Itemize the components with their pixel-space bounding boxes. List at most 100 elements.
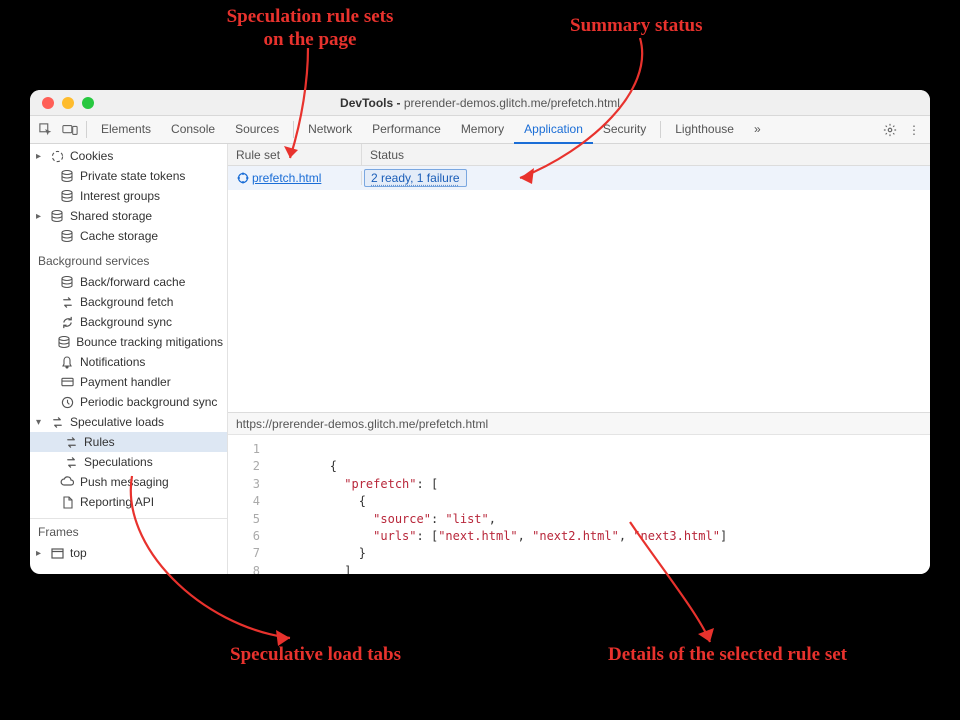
col-rule-set[interactable]: Rule set [228,144,362,165]
sidebar-item-label: Reporting API [80,495,154,509]
sidebar-item-label: Private state tokens [80,169,185,183]
sidebar-item-label: Cache storage [80,229,158,243]
close-traffic-light[interactable] [42,97,54,109]
status-chip[interactable]: 2 ready, 1 failure [364,169,467,187]
tab-memory[interactable]: Memory [451,116,514,144]
sidebar-item-label: Rules [84,435,115,449]
window-title-prefix: DevTools - [340,96,404,110]
tab-security[interactable]: Security [593,116,656,144]
collapse-icon: ▾ [36,417,44,428]
traffic-lights [30,97,94,109]
gear-icon[interactable] [878,116,902,143]
devtools-window: DevTools - prerender-demos.glitch.me/pre… [30,90,930,574]
expand-icon: ▸ [36,151,44,162]
sidebar-item-private-state-tokens[interactable]: Private state tokens [30,166,227,186]
kebab-icon[interactable]: ⋮ [902,116,926,143]
device-icon[interactable] [58,116,82,143]
sidebar-item-push-messaging[interactable]: Push messaging [30,472,227,492]
window-title-url: prerender-demos.glitch.me/prefetch.html [404,96,620,110]
tabs-overflow[interactable]: » [744,116,771,144]
sidebar-item-speculative-loads[interactable]: ▾ Speculative loads [30,412,227,432]
card-icon [60,375,74,389]
inspect-icon[interactable] [34,116,58,143]
sidebar-item-periodic-sync[interactable]: Periodic background sync [30,392,227,412]
sidebar-item-cache-storage[interactable]: Cache storage [30,226,227,246]
swap-icon [60,295,74,309]
sidebar-item-interest-groups[interactable]: Interest groups [30,186,227,206]
rules-table-header: Rule set Status [228,144,930,166]
sidebar-item-label: Shared storage [70,209,152,223]
window-titlebar: DevTools - prerender-demos.glitch.me/pre… [30,90,930,116]
sidebar-item-label: Background sync [80,315,172,329]
sidebar-item-payment-handler[interactable]: Payment handler [30,372,227,392]
devtools-tabbar: Elements Console Sources Network Perform… [30,116,930,144]
sidebar-item-label: Speculations [84,455,153,469]
annotation-bottom-left: Speculative load tabs [230,644,401,667]
frame-icon [50,546,64,560]
file-icon [60,495,74,509]
target-icon [236,171,250,185]
col-status[interactable]: Status [362,144,930,165]
tab-sources[interactable]: Sources [225,116,289,144]
sidebar-item-label: Back/forward cache [80,275,185,289]
db-icon [60,229,74,243]
sidebar-item-label: Payment handler [80,375,171,389]
sidebar-item-back-forward-cache[interactable]: Back/forward cache [30,272,227,292]
tab-lighthouse[interactable]: Lighthouse [665,116,744,144]
annotation-bottom-right: Details of the selected rule set [608,644,847,667]
sidebar-item-label: Background fetch [80,295,173,309]
sidebar-item-label: Speculative loads [70,415,164,429]
annotation-top-left: Speculation rule sets on the page [200,6,420,52]
expand-icon: ▸ [36,548,44,559]
table-row[interactable]: prefetch.html 2 ready, 1 failure [228,166,930,190]
minimize-traffic-light[interactable] [62,97,74,109]
sidebar-group-background-services: Background services [30,246,227,272]
sync-icon [60,315,74,329]
sidebar-item-shared-storage[interactable]: ▸ Shared storage [30,206,227,226]
swap-icon [64,455,78,469]
rules-panel: Rule set Status prefetch.html 2 ready, 1… [228,144,930,574]
sidebar-item-reporting-api[interactable]: Reporting API [30,492,227,512]
swap-icon [50,415,64,429]
sidebar-item-speculations[interactable]: Speculations [30,452,227,472]
sidebar-item-frame-top[interactable]: ▸ top [30,543,227,563]
tab-network[interactable]: Network [298,116,362,144]
db-icon [58,335,70,349]
tab-console[interactable]: Console [161,116,225,144]
sidebar-item-cookies[interactable]: ▸ Cookies [30,146,227,166]
code-gutter: 123456789 [228,435,268,574]
sidebar-item-label: Periodic background sync [80,395,217,409]
cell-status: 2 ready, 1 failure [362,169,930,187]
selected-rule-url: https://prerender-demos.glitch.me/prefet… [228,412,930,434]
application-sidebar: ▸ Cookies Private state tokens Interest … [30,144,228,574]
annotation-top-right: Summary status [570,15,702,38]
sidebar-item-rules[interactable]: Rules [30,432,227,452]
sidebar-item-background-sync[interactable]: Background sync [30,312,227,332]
rule-source-view: 123456789 { "prefetch": [ { "source": "l… [228,434,930,574]
sidebar-item-notifications[interactable]: Notifications [30,352,227,372]
sidebar-item-label: top [70,546,87,560]
code-body[interactable]: { "prefetch": [ { "source": "list", "url… [268,435,930,574]
sidebar-group-frames: Frames [30,525,227,543]
sidebar-item-label: Push messaging [80,475,169,489]
swap-icon [64,435,78,449]
tab-performance[interactable]: Performance [362,116,451,144]
tab-application[interactable]: Application [514,116,593,144]
rule-link-text: prefetch.html [252,171,321,185]
maximize-traffic-light[interactable] [82,97,94,109]
db-icon [60,189,74,203]
bell-icon [60,355,74,369]
sidebar-item-background-fetch[interactable]: Background fetch [30,292,227,312]
tab-elements[interactable]: Elements [91,116,161,144]
db-icon [60,275,74,289]
db-icon [60,169,74,183]
sidebar-item-label: Notifications [80,355,145,369]
sidebar-item-bounce-tracking[interactable]: Bounce tracking mitigations [30,332,227,352]
clock-icon [60,395,74,409]
cell-rule-link[interactable]: prefetch.html [228,171,362,185]
sidebar-item-label: Cookies [70,149,113,163]
sidebar-item-label: Interest groups [80,189,160,203]
expand-icon: ▸ [36,211,44,222]
window-title: DevTools - prerender-demos.glitch.me/pre… [340,96,620,110]
cookies-icon [50,149,64,163]
